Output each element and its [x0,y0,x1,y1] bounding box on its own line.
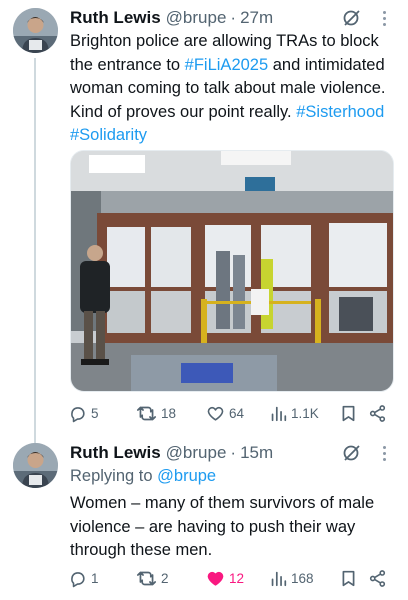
bookmark-icon [342,570,355,586]
share-icon [369,404,386,422]
separator-dot: · [230,443,237,462]
mention-link[interactable]: @brupe [157,467,216,485]
reply-count: 5 [91,405,99,421]
bookmark-button[interactable] [340,567,357,589]
like-icon [207,406,224,421]
retweet-button[interactable]: 18 [136,402,176,424]
tweet-header: Ruth Lewis @brupe · 27m [70,6,396,30]
views-icon [271,571,287,586]
timestamp[interactable]: 15m [240,443,273,463]
tweet-header: Ruth Lewis @brupe · 15m [70,441,396,465]
reply-icon [71,571,85,587]
grok-icon[interactable] [342,8,362,28]
retweet-icon [136,406,156,420]
views-count: 1.1K [291,405,319,421]
like-count: 12 [229,570,245,586]
tweet[interactable]: Ruth Lewis @brupe · 27m Brighton police … [0,0,408,430]
hashtag-link[interactable]: #Sisterhood [296,103,384,121]
tweet-text: Women – many of them survivors of male v… [70,494,375,559]
more-icon[interactable] [376,8,392,28]
retweet-count: 18 [161,405,177,421]
share-icon [369,569,386,587]
like-icon [207,571,224,586]
author-name[interactable]: Ruth Lewis [70,8,161,28]
tweet-photo[interactable] [70,150,394,392]
hashtag-link[interactable]: #Solidarity [70,126,147,144]
separator-dot: · [230,8,237,27]
retweet-count: 2 [161,570,169,586]
views-count: 168 [291,570,314,586]
reply-count: 1 [91,570,99,586]
bookmark-icon [342,405,355,421]
bookmark-button[interactable] [340,402,357,424]
photo-image [71,151,393,391]
reply-button[interactable]: 5 [68,402,99,424]
hashtag-link[interactable]: #FiLiA2025 [185,56,268,74]
author-handle[interactable]: @brupe [166,8,227,28]
views-button[interactable]: 1.1K [270,402,319,424]
share-button[interactable] [368,567,387,589]
reply-icon [71,406,85,422]
author-handle[interactable]: @brupe [166,443,227,463]
timestamp[interactable]: 27m [240,8,273,28]
views-icon [271,406,287,421]
author-name[interactable]: Ruth Lewis [70,443,161,463]
avatar[interactable] [13,443,58,488]
like-button[interactable]: 64 [206,402,244,424]
replying-label: Replying to [70,467,153,485]
views-button[interactable]: 168 [270,567,314,589]
replying-to: Replying to @brupe [70,467,216,486]
tweet-actions: 5 18 64 1.1K [68,402,396,424]
reply-button[interactable]: 1 [68,567,99,589]
retweet-button[interactable]: 2 [136,567,169,589]
tweet-actions: 1 2 12 168 [68,567,396,589]
retweet-icon [136,571,156,585]
avatar-image [13,443,58,488]
avatar[interactable] [13,8,58,53]
share-button[interactable] [368,402,387,424]
tweet-text: Brighton police are allowing TRAs to blo… [70,30,398,148]
like-button[interactable]: 12 [206,567,244,589]
avatar-image [13,8,58,53]
more-icon[interactable] [376,443,392,463]
like-count: 64 [229,405,245,421]
grok-icon[interactable] [342,443,362,463]
tweet[interactable]: Ruth Lewis @brupe · 15m Replying to @bru… [0,430,408,600]
